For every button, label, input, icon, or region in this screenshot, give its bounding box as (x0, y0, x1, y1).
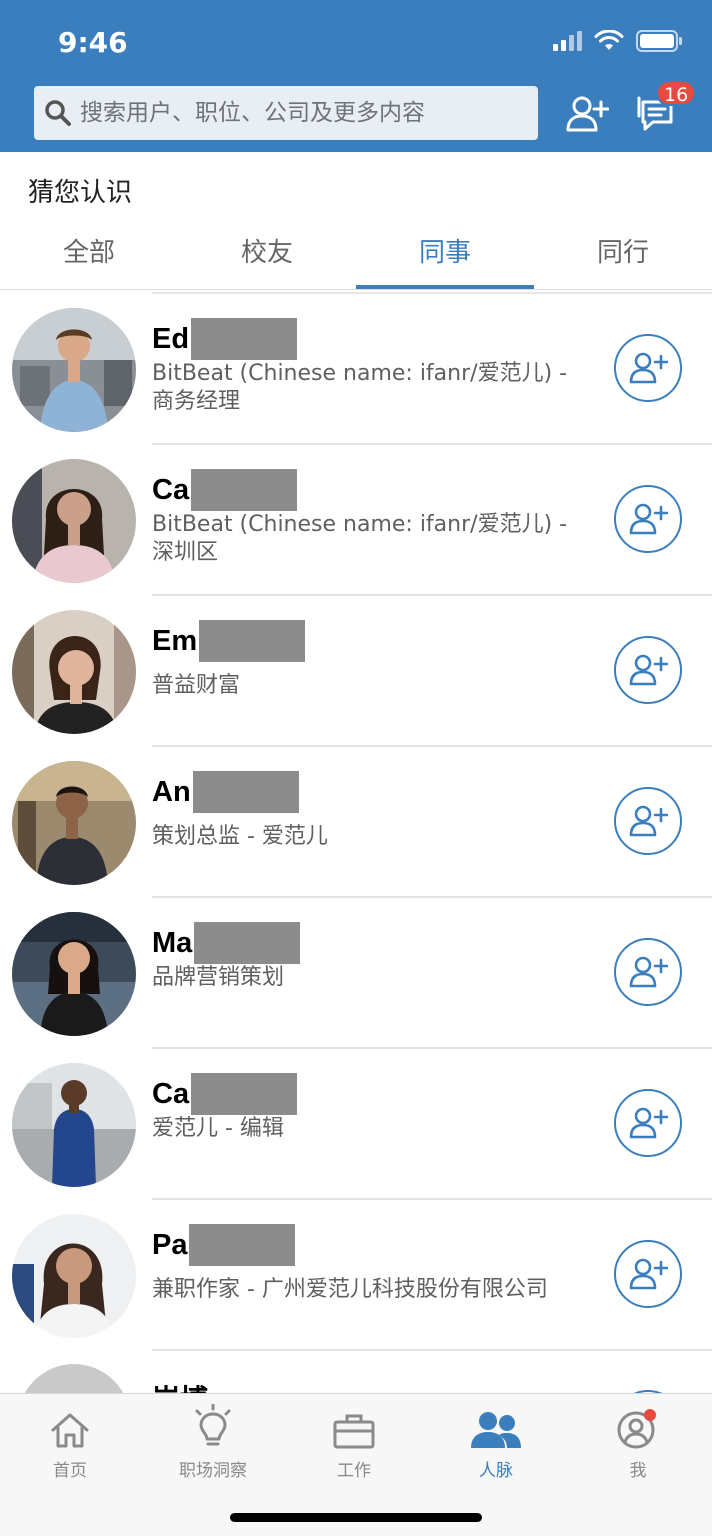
person-name[interactable]: Pa (152, 1229, 187, 1262)
add-person-icon (629, 352, 668, 384)
signal-icon (553, 31, 582, 51)
add-person-icon (629, 503, 668, 535)
connect-button[interactable] (614, 787, 682, 855)
avatar[interactable] (18, 1364, 130, 1394)
people-list: Ed BitBeat (Chinese name: ifanr/爱范儿) - 商… (0, 294, 712, 1351)
status-icons (552, 30, 682, 52)
person-description: 兼职作家 - 广州爱范儿科技股份有限公司 (152, 1277, 548, 1302)
nav-me[interactable]: 我 (578, 1402, 698, 1481)
wifi-icon (594, 30, 624, 50)
lightbulb-icon (195, 1404, 231, 1446)
person-name-line: Ed (152, 318, 298, 360)
connect-button[interactable] (614, 334, 682, 402)
redacted-name-block (199, 620, 306, 662)
status-bar: 9:46 (0, 0, 712, 80)
home-icon (51, 1413, 89, 1448)
add-person-icon (629, 1107, 668, 1139)
avatar[interactable] (12, 610, 136, 734)
search-icon (45, 100, 71, 126)
nav-network-label: 人脉 (479, 1461, 513, 1481)
connect-button[interactable] (614, 636, 682, 704)
profile-icon (617, 1409, 656, 1449)
avatar[interactable] (12, 459, 136, 583)
add-person-icon (629, 805, 668, 837)
person-name[interactable]: An (152, 776, 191, 809)
connect-button[interactable] (614, 485, 682, 553)
nav-network[interactable]: 人脉 (436, 1402, 556, 1481)
people-icon (471, 1412, 521, 1448)
list-item[interactable]: Ed BitBeat (Chinese name: ifanr/爱范儿) - 商… (0, 294, 712, 445)
section-title: 猜您认识 (28, 178, 133, 208)
list-item[interactable]: Ma 品牌营销策划 (0, 898, 712, 1049)
avatar[interactable] (12, 761, 136, 885)
add-person-icon (629, 654, 668, 686)
tab-all[interactable]: 全部 (0, 218, 178, 289)
nav-insights-label: 职场洞察 (179, 1461, 247, 1481)
person-description: 普益财富 (152, 673, 241, 698)
redacted-name-block (189, 1224, 296, 1266)
redacted-name-block (191, 1073, 298, 1115)
person-name-line: Ma (152, 922, 301, 964)
tab-alumni[interactable]: 校友 (178, 218, 356, 289)
person-description: BitBeat (Chinese name: ifanr/爱范儿) - 商务经理 (152, 361, 568, 414)
list-item[interactable]: Ca 爱范儿 - 编辑 (0, 1049, 712, 1200)
filter-tabs: 全部 校友 同事 同行 (0, 218, 712, 290)
person-name-line: An (152, 771, 299, 813)
status-time: 9:46 (58, 26, 128, 59)
nav-home-label: 首页 (53, 1461, 87, 1481)
add-person-icon (566, 96, 609, 132)
connect-button[interactable] (614, 1240, 682, 1308)
briefcase-icon (333, 1414, 375, 1449)
avatar[interactable] (12, 1063, 136, 1187)
search-bar[interactable] (34, 86, 538, 140)
person-name-line: Ca (152, 469, 298, 511)
redacted-name-block (194, 922, 301, 964)
redacted-name-block (191, 469, 298, 511)
add-person-icon (629, 956, 668, 988)
add-person-icon (629, 1258, 668, 1290)
nav-insights[interactable]: 职场洞察 (153, 1402, 273, 1481)
nav-jobs[interactable]: 工作 (294, 1402, 414, 1481)
tab-industry[interactable]: 同行 (534, 218, 712, 289)
battery-icon (636, 30, 682, 52)
person-name-line: Em (152, 620, 306, 662)
redacted-name-block (191, 318, 298, 360)
person-name[interactable]: Ca (152, 474, 189, 507)
app-header: 9:46 搜索用户、职位、公司及更多内容 16 (0, 0, 712, 152)
person-name[interactable]: Ma (152, 927, 192, 960)
connect-button[interactable] (614, 938, 682, 1006)
person-description: 策划总监 - 爱范儿 (152, 824, 328, 849)
nav-me-label: 我 (629, 1461, 647, 1481)
list-item[interactable]: An 策划总监 - 爱范儿 (0, 747, 712, 898)
person-name-line: Ca (152, 1073, 298, 1115)
avatar[interactable] (12, 1214, 136, 1338)
list-item[interactable]: Em 普益财富 (0, 596, 712, 747)
list-item[interactable]: Ca BitBeat (Chinese name: ifanr/爱范儿) - 深… (0, 445, 712, 596)
list-item-partial[interactable]: 岸博 (0, 1350, 712, 1394)
message-count-badge: 16 (656, 80, 697, 106)
person-description: BitBeat (Chinese name: ifanr/爱范儿) - 深圳区 (152, 512, 568, 565)
home-indicator[interactable] (230, 1513, 482, 1522)
nav-jobs-label: 工作 (337, 1461, 371, 1481)
list-item[interactable]: Pa 兼职作家 - 广州爱范儿科技股份有限公司 (0, 1200, 712, 1351)
connect-button[interactable] (614, 1089, 682, 1157)
avatar[interactable] (12, 308, 136, 432)
search-input[interactable] (80, 100, 500, 126)
person-name[interactable]: Em (152, 625, 197, 658)
nav-home[interactable]: 首页 (10, 1402, 130, 1481)
redacted-name-block (192, 771, 299, 813)
tab-colleagues[interactable]: 同事 (356, 218, 534, 289)
add-contact-button[interactable] (564, 92, 610, 136)
person-name-line: Pa (152, 1224, 296, 1266)
person-name[interactable]: Ca (152, 1078, 189, 1111)
person-description: 品牌营销策划 (152, 965, 285, 990)
person-name[interactable]: 岸博 (152, 1378, 208, 1394)
person-name[interactable]: Ed (152, 323, 189, 356)
avatar[interactable] (12, 912, 136, 1036)
person-description: 爱范儿 - 编辑 (152, 1116, 284, 1141)
